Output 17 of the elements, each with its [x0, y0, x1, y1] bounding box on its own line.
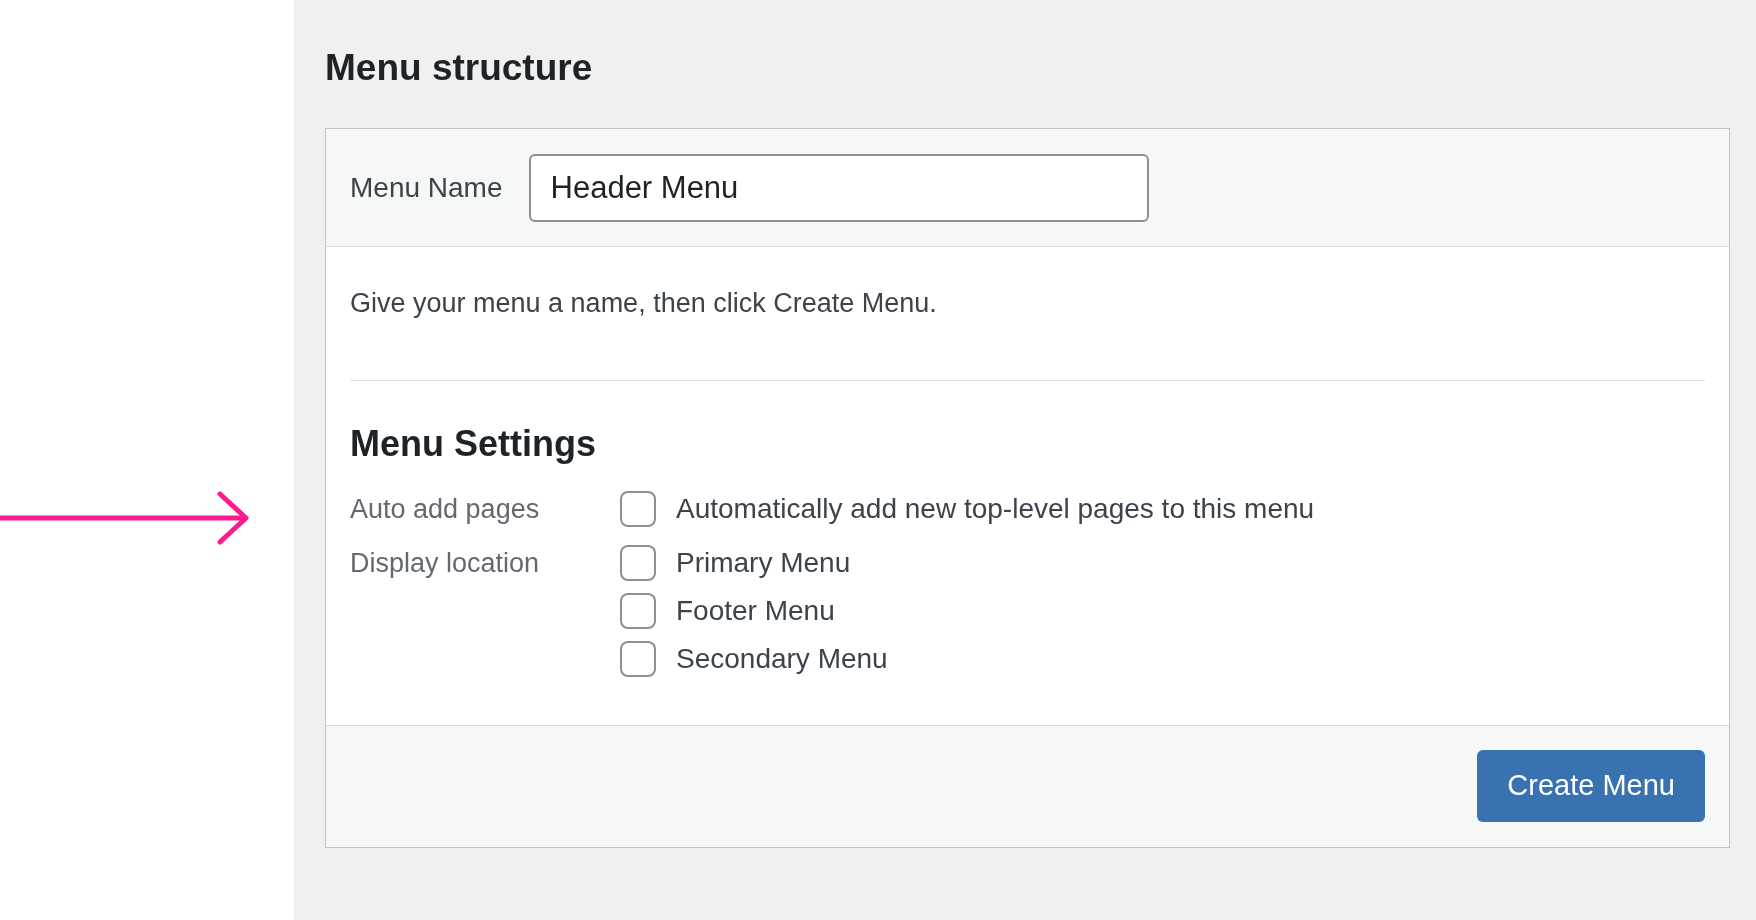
field-label: Menu Name [350, 170, 503, 205]
checkbox[interactable] [620, 640, 656, 677]
checkbox-label: Footer Menu [676, 593, 835, 628]
checkbox[interactable] [620, 544, 656, 581]
description-text: Give your menu a name, then click Create Menu. [350, 247, 1705, 381]
arrow-icon [0, 490, 250, 546]
checkbox-label: Secondary Menu [676, 641, 888, 676]
checkbox-label: Automatically add new top-level pages to this menu [676, 491, 1315, 526]
checkbox[interactable] [620, 490, 656, 527]
create-menu-button[interactable]: Create Menu [1477, 750, 1705, 822]
menu-name-input[interactable]: Header Menu [528, 153, 1149, 222]
setting-label: Display location [350, 546, 541, 580]
checkbox-label: Primary Menu [676, 545, 851, 580]
checkbox[interactable] [620, 592, 656, 629]
settings-heading: Menu Settings [350, 421, 597, 466]
section-heading: Menu structure [325, 46, 594, 90]
setting-label: Auto add pages [350, 492, 541, 526]
